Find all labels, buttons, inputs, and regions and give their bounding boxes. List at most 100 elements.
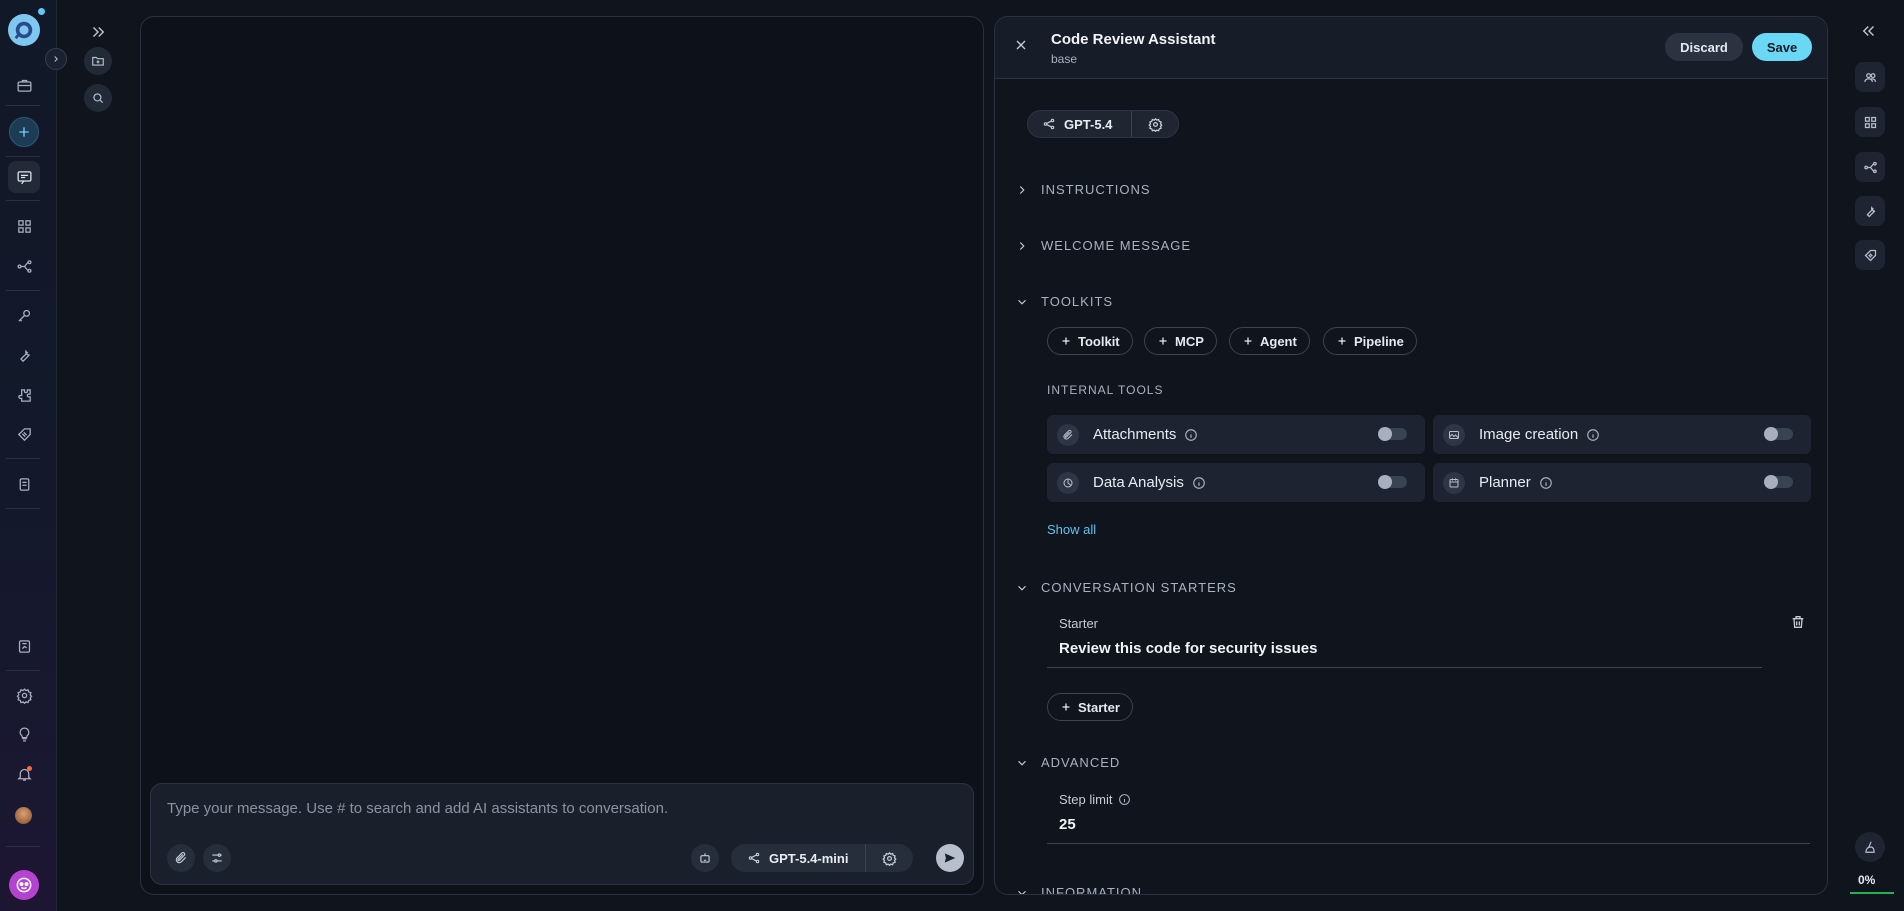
section-instructions[interactable]: INSTRUCTIONS — [1015, 182, 1151, 197]
message-composer[interactable]: Type your message. Use # to search and a… — [150, 783, 974, 885]
internal-tools-heading: INTERNAL TOOLS — [1047, 383, 1164, 397]
section-conversation-starters[interactable]: CONVERSATION STARTERS — [1015, 580, 1237, 595]
section-information[interactable]: INFORMATION — [1015, 885, 1142, 894]
wrench-icon[interactable] — [1855, 196, 1885, 226]
info-icon[interactable] — [1118, 793, 1131, 806]
message-input[interactable]: Type your message. Use # to search and a… — [167, 800, 668, 817]
puzzle-icon[interactable] — [8, 379, 40, 411]
double-chevron-left-icon[interactable] — [1860, 22, 1878, 40]
expand-sidebar-button[interactable] — [45, 48, 67, 70]
plus-icon — [1062, 703, 1070, 711]
new-chat-button[interactable] — [9, 117, 39, 147]
cleanup-icon[interactable] — [1855, 832, 1885, 862]
bell-icon[interactable] — [8, 758, 40, 790]
step-limit-input[interactable]: 25 — [1059, 816, 1076, 833]
editor-title: Code Review Assistant — [1051, 31, 1216, 48]
starter-input[interactable]: Review this code for security issues — [1059, 640, 1317, 657]
section-advanced[interactable]: ADVANCED — [1015, 755, 1120, 770]
add-agent-button[interactable]: Agent — [1229, 327, 1310, 355]
divider — [6, 670, 40, 671]
app-logo[interactable] — [8, 14, 40, 46]
assistant-bot-icon[interactable] — [691, 844, 719, 872]
show-all-link[interactable]: Show all — [1047, 522, 1096, 537]
info-icon[interactable] — [1184, 428, 1198, 442]
composer-model-selector[interactable]: GPT-5.4-mini — [731, 844, 913, 872]
editor-subtitle: base — [1051, 52, 1078, 66]
tool-data-analysis: Data Analysis — [1047, 463, 1425, 502]
divider — [6, 290, 40, 291]
section-welcome-label: WELCOME MESSAGE — [1041, 238, 1192, 253]
chevron-down-icon — [1018, 890, 1026, 894]
lightbulb-icon[interactable] — [8, 718, 40, 750]
pipeline-icon[interactable] — [1855, 152, 1885, 182]
briefcase-icon[interactable] — [8, 69, 40, 101]
key-icon[interactable] — [8, 299, 40, 331]
tag-icon[interactable] — [8, 418, 40, 450]
status-dot — [38, 8, 45, 15]
save-button[interactable]: Save — [1752, 33, 1812, 61]
add-mcp-button[interactable]: MCP — [1144, 327, 1217, 355]
editor-model-selector[interactable]: GPT-5.4 — [1027, 110, 1179, 138]
progress-percentage: 0% — [1858, 873, 1876, 887]
section-instructions-label: INSTRUCTIONS — [1041, 182, 1151, 197]
discard-button[interactable]: Discard — [1665, 33, 1743, 61]
section-starters-label: CONVERSATION STARTERS — [1041, 580, 1237, 595]
divider — [6, 846, 40, 847]
attachments-toggle[interactable] — [1378, 427, 1407, 441]
tool-image-creation: Image creation — [1433, 415, 1811, 454]
new-folder-icon[interactable] — [84, 47, 112, 75]
tool-label: Attachments — [1093, 426, 1177, 443]
attach-icon[interactable] — [167, 844, 195, 872]
plus-icon — [1062, 337, 1070, 345]
share-nodes-icon — [1043, 118, 1055, 130]
assistant-avatar-icon[interactable] — [9, 870, 39, 900]
info-icon[interactable] — [1192, 476, 1206, 490]
wrench-icon[interactable] — [8, 339, 40, 371]
pipeline-icon[interactable] — [8, 250, 40, 282]
divider — [6, 458, 40, 459]
add-toolkit-button[interactable]: Toolkit — [1047, 327, 1133, 355]
planner-toggle[interactable] — [1764, 475, 1793, 489]
starter-underline — [1047, 667, 1762, 668]
grid-icon[interactable] — [1855, 107, 1885, 137]
section-welcome-message[interactable]: WELCOME MESSAGE — [1015, 238, 1191, 253]
trash-icon[interactable] — [1790, 614, 1806, 630]
chevron-right-icon — [1019, 241, 1025, 250]
chat-panel: Type your message. Use # to search and a… — [140, 16, 984, 895]
info-icon[interactable] — [1539, 476, 1553, 490]
chip-label: Toolkit — [1078, 333, 1120, 349]
close-icon[interactable] — [1013, 37, 1029, 53]
settings-icon[interactable] — [8, 679, 40, 711]
composer-model-name: GPT-5.4-mini — [769, 850, 849, 866]
step-limit-label: Step limit — [1059, 792, 1131, 807]
grid-icon[interactable] — [8, 210, 40, 242]
chat-icon[interactable] — [8, 161, 40, 193]
add-starter-button[interactable]: Starter — [1047, 693, 1133, 721]
tag-icon[interactable] — [1855, 240, 1885, 270]
calendar-icon — [1443, 471, 1465, 494]
notification-dot — [27, 766, 32, 771]
send-button[interactable] — [936, 844, 964, 872]
user-avatar[interactable] — [15, 807, 32, 824]
progress-bar — [1850, 892, 1894, 894]
image-creation-toggle[interactable] — [1764, 427, 1793, 441]
divider — [6, 105, 40, 106]
search-icon[interactable] — [84, 84, 112, 112]
data-analysis-toggle[interactable] — [1378, 475, 1407, 489]
section-toolkits-label: TOOLKITS — [1041, 294, 1114, 309]
share-nodes-icon — [748, 852, 760, 864]
chip-label: MCP — [1175, 333, 1204, 349]
double-chevron-right-icon[interactable] — [84, 18, 112, 46]
section-advanced-label: ADVANCED — [1041, 755, 1121, 770]
model-settings-icon[interactable] — [1132, 117, 1178, 132]
plus-icon — [1159, 337, 1167, 345]
sliders-icon[interactable] — [203, 844, 231, 872]
section-toolkits[interactable]: TOOLKITS — [1015, 294, 1113, 309]
info-icon[interactable] — [1586, 428, 1600, 442]
add-pipeline-button[interactable]: Pipeline — [1323, 327, 1417, 355]
report-icon[interactable] — [8, 630, 40, 662]
users-icon[interactable] — [1855, 62, 1885, 92]
chevron-down-icon — [1018, 299, 1026, 305]
model-settings-icon[interactable] — [866, 851, 913, 866]
document-icon[interactable] — [8, 468, 40, 500]
